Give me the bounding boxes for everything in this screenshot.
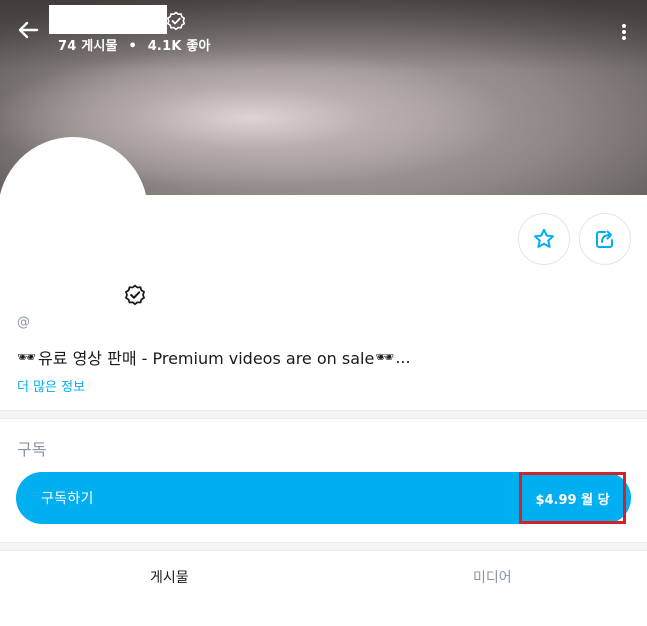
arrow-left-icon bbox=[18, 21, 39, 39]
verified-badge-icon bbox=[166, 11, 186, 31]
subscription-price: $4.99 월 당 bbox=[519, 472, 626, 524]
user-handle: @ bbox=[17, 315, 30, 330]
likes-count: 4.1K 좋아 bbox=[147, 39, 211, 54]
sunglasses-emoji-icon: 🕶 bbox=[375, 348, 395, 366]
subscribe-label: 구독하기 bbox=[41, 491, 94, 507]
price-label: $4.99 월 당 bbox=[535, 492, 610, 508]
verified-badge-icon bbox=[124, 284, 146, 306]
bio-text: 유료 영상 판매 - Premium videos are on sale bbox=[38, 349, 375, 368]
stats-separator: • bbox=[128, 39, 137, 54]
header-stats: 74 게시물 • 4.1K 좋아 bbox=[58, 35, 211, 54]
favorite-button[interactable] bbox=[518, 213, 570, 265]
posts-count: 74 게시물 bbox=[58, 39, 118, 54]
profile-bio: 🕶 유료 영상 판매 - Premium videos are on sale … bbox=[17, 345, 411, 369]
bio-ellipsis: ... bbox=[395, 347, 411, 367]
tab-media[interactable]: 미디어 bbox=[473, 567, 512, 587]
more-info-link[interactable]: 더 많은 정보 bbox=[17, 376, 85, 395]
display-name-redacted bbox=[49, 5, 167, 34]
sunglasses-emoji-icon: 🕶 bbox=[17, 348, 37, 366]
share-icon bbox=[596, 230, 613, 248]
handle-redacted bbox=[30, 313, 118, 330]
tab-posts[interactable]: 게시물 bbox=[150, 567, 189, 587]
share-button[interactable] bbox=[579, 213, 631, 265]
more-options-button[interactable] bbox=[614, 18, 634, 46]
subscription-section-title: 구독 bbox=[17, 440, 47, 459]
profile-tabs: 게시물 미디어 bbox=[0, 552, 647, 602]
more-vertical-icon bbox=[622, 24, 626, 40]
avatar[interactable] bbox=[0, 137, 148, 287]
back-button[interactable] bbox=[12, 16, 44, 44]
section-divider bbox=[0, 410, 647, 419]
section-divider bbox=[0, 542, 647, 551]
subscribe-button[interactable]: 구독하기 $4.99 월 당 bbox=[16, 472, 631, 524]
star-icon bbox=[534, 228, 554, 248]
